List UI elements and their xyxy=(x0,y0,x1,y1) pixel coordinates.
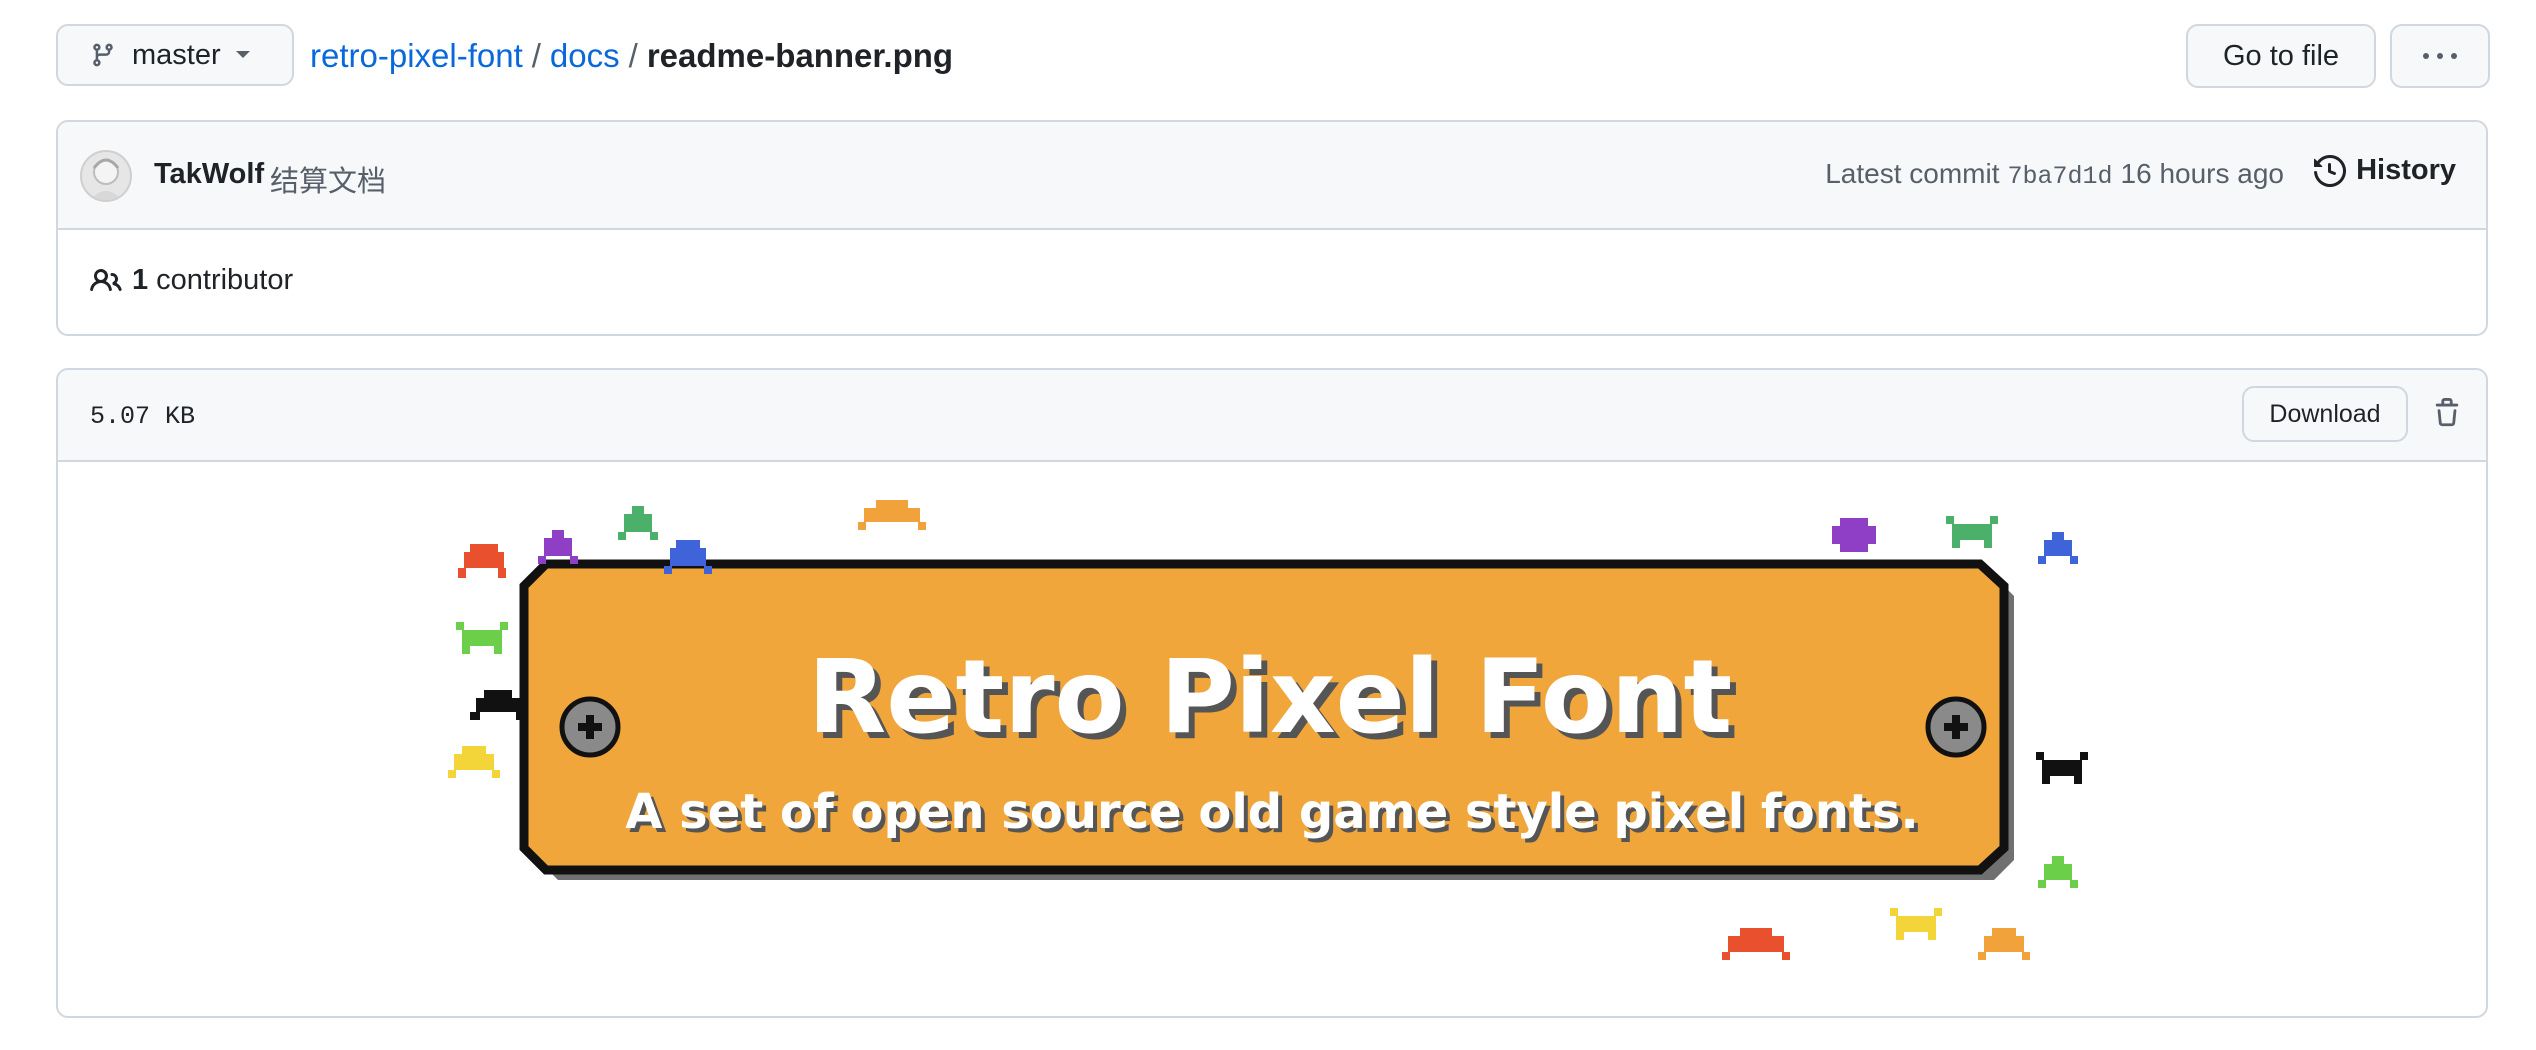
history-label: History xyxy=(2356,154,2456,186)
branch-label: master xyxy=(132,38,221,71)
go-to-file-button[interactable]: Go to file xyxy=(2186,24,2376,88)
commit-message-link[interactable]: 结算文档 xyxy=(270,158,386,200)
banner-title: Retro Pixel Font xyxy=(808,638,1733,757)
space-invader-icon xyxy=(618,506,658,540)
avatar[interactable] xyxy=(80,150,132,202)
commit-sha-link[interactable]: 7ba7d1d xyxy=(2008,162,2113,191)
contributor-count: 1 xyxy=(132,264,149,296)
screw-icon xyxy=(559,696,621,758)
file-nav-bar: master retro-pixel-font / docs / readme-… xyxy=(56,24,2490,88)
screw-icon xyxy=(1925,696,1987,758)
image-preview: Retro Pixel Font Retro Pixel Font A set … xyxy=(58,462,2486,1016)
space-invader-icon xyxy=(1832,518,1876,552)
commit-author-link[interactable]: TakWolf xyxy=(154,158,264,191)
space-invader-icon xyxy=(538,530,578,564)
caret-down-icon xyxy=(235,51,250,58)
history-icon xyxy=(2314,154,2347,187)
space-invader-icon xyxy=(2038,532,2078,564)
space-invader-icon xyxy=(458,544,506,578)
breadcrumb-separator: / xyxy=(531,37,541,74)
branch-icon xyxy=(93,43,113,67)
space-invader-icon xyxy=(2038,856,2078,888)
file-size: 5.07 KB xyxy=(90,402,196,431)
breadcrumb-current-file: readme-banner.png xyxy=(646,37,954,74)
space-invader-icon xyxy=(456,622,508,654)
commit-time: 16 hours ago xyxy=(2120,158,2284,189)
readme-banner-image: Retro Pixel Font Retro Pixel Font A set … xyxy=(448,500,2088,960)
more-options-button[interactable] xyxy=(2390,24,2490,88)
people-icon xyxy=(90,268,122,291)
space-invader-icon xyxy=(448,746,500,778)
history-button[interactable]: History xyxy=(2314,154,2456,187)
space-invader-icon xyxy=(1722,928,1790,960)
file-viewer: 5.07 KB Download Retro Pixel Font Retro … xyxy=(56,368,2488,1018)
commit-meta: Latest commit 7ba7d1d 16 hours ago xyxy=(1825,158,2284,191)
trash-icon[interactable] xyxy=(2432,396,2462,430)
branch-select-button[interactable]: master xyxy=(56,24,294,86)
breadcrumb-repo-link[interactable]: retro-pixel-font xyxy=(310,37,523,75)
space-invader-icon xyxy=(1946,516,1998,548)
breadcrumb-separator: / xyxy=(628,37,638,74)
kebab-icon xyxy=(2423,53,2457,59)
contributor-label: contributor xyxy=(156,264,294,296)
file-header: 5.07 KB Download xyxy=(58,370,2486,462)
latest-commit-label: Latest commit xyxy=(1825,158,2000,189)
space-invader-icon xyxy=(470,690,526,720)
space-invader-icon xyxy=(1890,908,1942,940)
download-button[interactable]: Download xyxy=(2242,386,2408,442)
breadcrumb: retro-pixel-font / docs / readme-banner.… xyxy=(310,24,953,88)
space-invader-icon xyxy=(1978,928,2030,960)
commit-row: TakWolf 结算文档 Latest commit 7ba7d1d 16 ho… xyxy=(58,122,2486,230)
breadcrumb-folder-link[interactable]: docs xyxy=(550,37,620,75)
banner-subtitle: A set of open source old game style pixe… xyxy=(625,784,1918,840)
space-invader-icon xyxy=(858,500,926,530)
contributors-link[interactable]: 1 contributor xyxy=(90,264,293,297)
space-invader-icon xyxy=(2036,752,2088,784)
latest-commit-box: TakWolf 结算文档 Latest commit 7ba7d1d 16 ho… xyxy=(56,120,2488,336)
